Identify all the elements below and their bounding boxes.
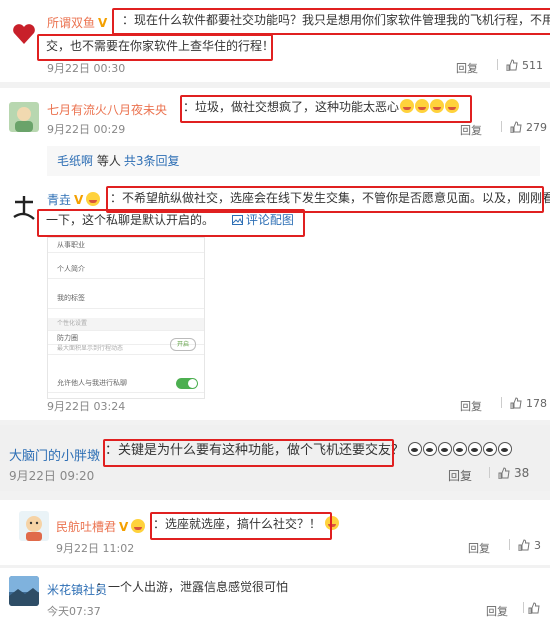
screenshot-row: 我的标签 (48, 288, 204, 309)
comment-text-continued: 一下，这个私聊是默认开启的。 评论配图 (46, 213, 294, 227)
timestamp: 9月22日 03:24 (47, 400, 126, 413)
thumbs-up-icon (510, 397, 522, 409)
thumbs-up-icon (506, 59, 518, 71)
username[interactable]: 民航吐槽君 V (56, 518, 146, 535)
smirk-emoji-icon (325, 516, 340, 530)
like-button[interactable]: 511 (489, 59, 543, 72)
verified-v-icon: V (119, 520, 129, 534)
badge-icon (131, 519, 146, 533)
crying-emoji-icon (430, 99, 445, 113)
verified-v-icon: V (74, 193, 84, 207)
screenshot-section-header: 个性化设置 (48, 318, 204, 331)
verified-v-icon: V (98, 16, 108, 30)
comment-text: ：一个人出游，泄露信息感觉很可怕 (96, 580, 289, 594)
divider (489, 467, 490, 478)
crying-emoji-icon (445, 99, 460, 113)
comment-attached-screenshot[interactable]: 从事职业 个人简介 我的标签 个性化设置 防力圈 最大面积显示到行程动态 开启 … (47, 237, 205, 399)
username[interactable]: 大脑门的小胖墩 (9, 445, 100, 464)
divider (509, 539, 510, 550)
screenshot-toggle-on (176, 378, 198, 389)
ghost-emoji-icon (453, 442, 468, 456)
avatar[interactable] (19, 511, 49, 541)
screenshot-row: 个人简介 (48, 260, 204, 279)
timestamp: 9月22日 00:30 (47, 62, 126, 75)
ghost-emoji-icon (483, 442, 498, 456)
sub-reply-bar[interactable]: 毛纸啊 等人 共3条回复 (47, 146, 540, 176)
reply-button[interactable]: 回复 (448, 467, 472, 484)
comment-card: 七月有流火八月夜未央 ：垃圾，做社交想疯了，这种功能太恶心 9月22日 00:2… (0, 88, 550, 183)
comment-card: 所谓双鱼 V ：现在什么软件都要社交功能吗？我只是想用你们家软件管理我的飞机行程，… (0, 0, 550, 82)
timestamp: 9月22日 00:29 (47, 123, 126, 136)
avatar[interactable] (9, 102, 39, 132)
divider (497, 59, 498, 70)
comment-text: ：不希望航纵做社交，选座会在线下发生交集，不管你是否愿意见面。以及，刚刚看了 (110, 191, 550, 205)
thumbs-up-icon (498, 467, 510, 479)
reply-button[interactable]: 回复 (460, 122, 482, 138)
view-image-link[interactable]: 评论配图 (231, 213, 294, 227)
ghost-emoji-icon (423, 442, 438, 456)
view-replies-link[interactable]: 共3条回复 (124, 154, 180, 168)
like-button[interactable] (519, 602, 544, 615)
divider (523, 602, 524, 613)
username[interactable]: 所谓双鱼 V (47, 14, 107, 31)
comment-text: ：现在什么软件都要社交功能吗？我只是想用你们家软件管理我的飞机行程，不用社 (122, 13, 550, 27)
image-icon (231, 215, 243, 225)
thumbs-up-icon (510, 121, 522, 133)
screenshot-toggle-pill: 开启 (170, 338, 196, 351)
like-button[interactable]: 279 (493, 121, 547, 134)
like-button[interactable]: 38 (481, 466, 529, 480)
sub-reply-user[interactable]: 毛纸啊 (57, 154, 93, 168)
comment-text-continued: 交，也不需要在你家软件上查华住的行程！ (46, 39, 275, 53)
cartoon-avatar-icon (26, 516, 42, 541)
reply-button[interactable]: 回复 (460, 398, 482, 414)
timestamp: 9月22日 09:20 (9, 469, 95, 483)
comment-text: ：选座就选座，搞什么社交？！ (153, 512, 340, 536)
reply-button[interactable]: 回复 (468, 540, 490, 556)
heart-icon (13, 24, 35, 44)
badge-icon (86, 192, 101, 206)
timestamp: 今天07:37 (47, 605, 101, 618)
reply-button[interactable]: 回复 (456, 60, 478, 76)
ghost-emoji-icon (408, 442, 423, 456)
comment-card: 米花镇社员 ：一个人出游，泄露信息感觉很可怕 今天07:37 回复 (0, 568, 550, 630)
comment-card: 民航吐槽君 V ：选座就选座，搞什么社交？！ 9月22日 11:02 回复 3 (0, 500, 550, 565)
avatar[interactable] (9, 19, 39, 49)
comment-card: 大脑门的小胖墩 ：关键是为什么要有这种功能，做个飞机还要交友？ 9月22日 09… (0, 425, 550, 491)
screenshot-row: 从事职业 (48, 238, 204, 253)
reply-button[interactable]: 回复 (486, 603, 508, 619)
crying-emoji-icon (415, 99, 430, 113)
ghost-emoji-icon (438, 442, 453, 456)
divider (501, 121, 502, 132)
avatar-illustration-icon (15, 107, 33, 132)
thumbs-up-icon (518, 539, 530, 551)
comment-text: ：关键是为什么要有这种功能，做个飞机还要交友？ (105, 439, 513, 463)
crying-emoji-icon (400, 99, 415, 113)
thumbs-up-icon (528, 602, 540, 614)
timestamp: 9月22日 11:02 (56, 542, 135, 555)
landscape-avatar-icon (9, 576, 39, 606)
comment-text: ：垃圾，做社交想疯了，这种功能太恶心 (183, 95, 460, 119)
avatar[interactable] (9, 193, 39, 223)
comment-card: 青垚 V ：不希望航纵做社交，选座会在线下发生交集，不管你是否愿意见面。以及，刚刚… (0, 183, 550, 420)
avatar[interactable] (9, 576, 39, 606)
ghost-emoji-icon (498, 442, 513, 456)
ghost-emoji-icon (468, 442, 483, 456)
like-button[interactable]: 3 (501, 539, 541, 552)
username[interactable]: 青垚 V (47, 191, 101, 208)
calligraphy-avatar-icon (13, 196, 35, 220)
like-button[interactable]: 178 (493, 397, 547, 410)
divider (501, 397, 502, 408)
username[interactable]: 七月有流火八月夜未央 (47, 101, 167, 118)
